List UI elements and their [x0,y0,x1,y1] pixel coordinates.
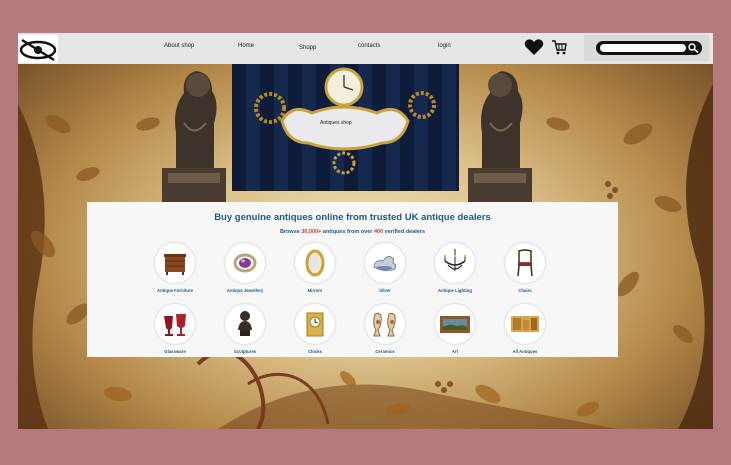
category-image [435,304,475,344]
chair-icon [517,249,533,277]
antiques-count: 30,000+ [301,229,322,235]
category-image [505,304,545,344]
category-label: Antique Furniture [156,288,194,293]
category-image [155,304,195,344]
category-image [365,304,405,344]
subtitle-middle: antiques from over [321,229,374,235]
nav-login[interactable]: login [438,43,451,49]
jewellery-icon [233,253,257,273]
cart-icon[interactable] [551,39,567,55]
category-mirrors[interactable]: Mirrors [285,243,345,293]
hero-banner: Antiques shop [232,63,459,191]
subtitle-suffix: verified dealers [383,229,426,235]
category-antique-jewellery[interactable]: Antique Jewellery [215,243,275,293]
clock-icon [306,312,324,337]
category-image [295,243,335,283]
search-bar [596,41,702,55]
heart-icon[interactable] [524,38,544,56]
category-label: Art [451,349,459,354]
page-frame: Antiques shop About shop Home Shopp cont… [18,33,713,429]
category-chairs[interactable]: Chairs [495,243,555,293]
right-lion-statue [468,71,532,203]
category-clocks[interactable]: Clocks [285,304,345,354]
category-label: All Antiques [512,349,538,354]
category-image [225,243,265,283]
category-sculptures[interactable]: Sculptures [215,304,275,354]
dealers-count: 400 [373,229,384,235]
category-silver[interactable]: Silver [355,243,415,293]
nav-shopp[interactable]: Shopp [299,45,316,51]
silver-icon [373,256,397,272]
category-art[interactable]: Art [425,304,485,354]
nav-home[interactable]: Home [238,43,254,49]
glassware-icon [164,314,186,336]
mirror-icon [305,249,325,277]
category-image [435,243,475,283]
panel-subtitle: Browse 30,000+ antiques from over 400 ve… [87,229,618,235]
category-image [225,304,265,344]
category-label: Sculptures [233,349,257,354]
category-antique-furniture[interactable]: Antique Furniture [145,243,205,293]
category-label: Chairs [518,288,532,293]
category-image [365,243,405,283]
category-label: Silver [379,288,391,293]
category-antique-lighting[interactable]: Antique Lighting [425,243,485,293]
category-label: Antique Jewellery [226,288,264,293]
all-antiques-icon [511,316,539,332]
category-label: Clocks [307,349,323,354]
search-icon[interactable] [688,43,699,53]
search-input[interactable] [600,44,686,52]
category-panel: Buy genuine antiques online from trusted… [87,202,618,357]
nav-contacts[interactable]: contacts [358,43,380,49]
hero-label: Antiques shop [320,120,352,126]
logo[interactable] [18,35,58,63]
nav-about-shop[interactable]: About shop [164,43,194,49]
search-area [584,35,709,61]
category-image [295,304,335,344]
top-navbar: About shop Home Shopp contacts login [18,33,713,64]
steampunk-clock-emblem [254,67,436,175]
ceramics-icon [373,312,396,337]
category-label: Mirrors [307,288,323,293]
category-glassware[interactable]: Glassware [145,304,205,354]
category-label: Glassware [164,349,186,354]
category-label: Antique Lighting [437,288,473,293]
category-label: Ceramics [375,349,395,354]
panel-title: Buy genuine antiques online from trusted… [214,212,491,223]
category-image [155,243,195,283]
left-lion-statue [162,71,226,203]
category-all-antiques[interactable]: All Antiques [495,304,555,354]
category-image [505,243,545,283]
category-ceramics[interactable]: Ceramics [355,304,415,354]
sculpture-icon [238,311,252,336]
furniture-icon [164,254,186,275]
chandelier-icon [443,249,467,271]
subtitle-prefix: Browse [279,229,302,235]
eye-logo-icon [19,38,57,62]
painting-icon [440,316,470,333]
